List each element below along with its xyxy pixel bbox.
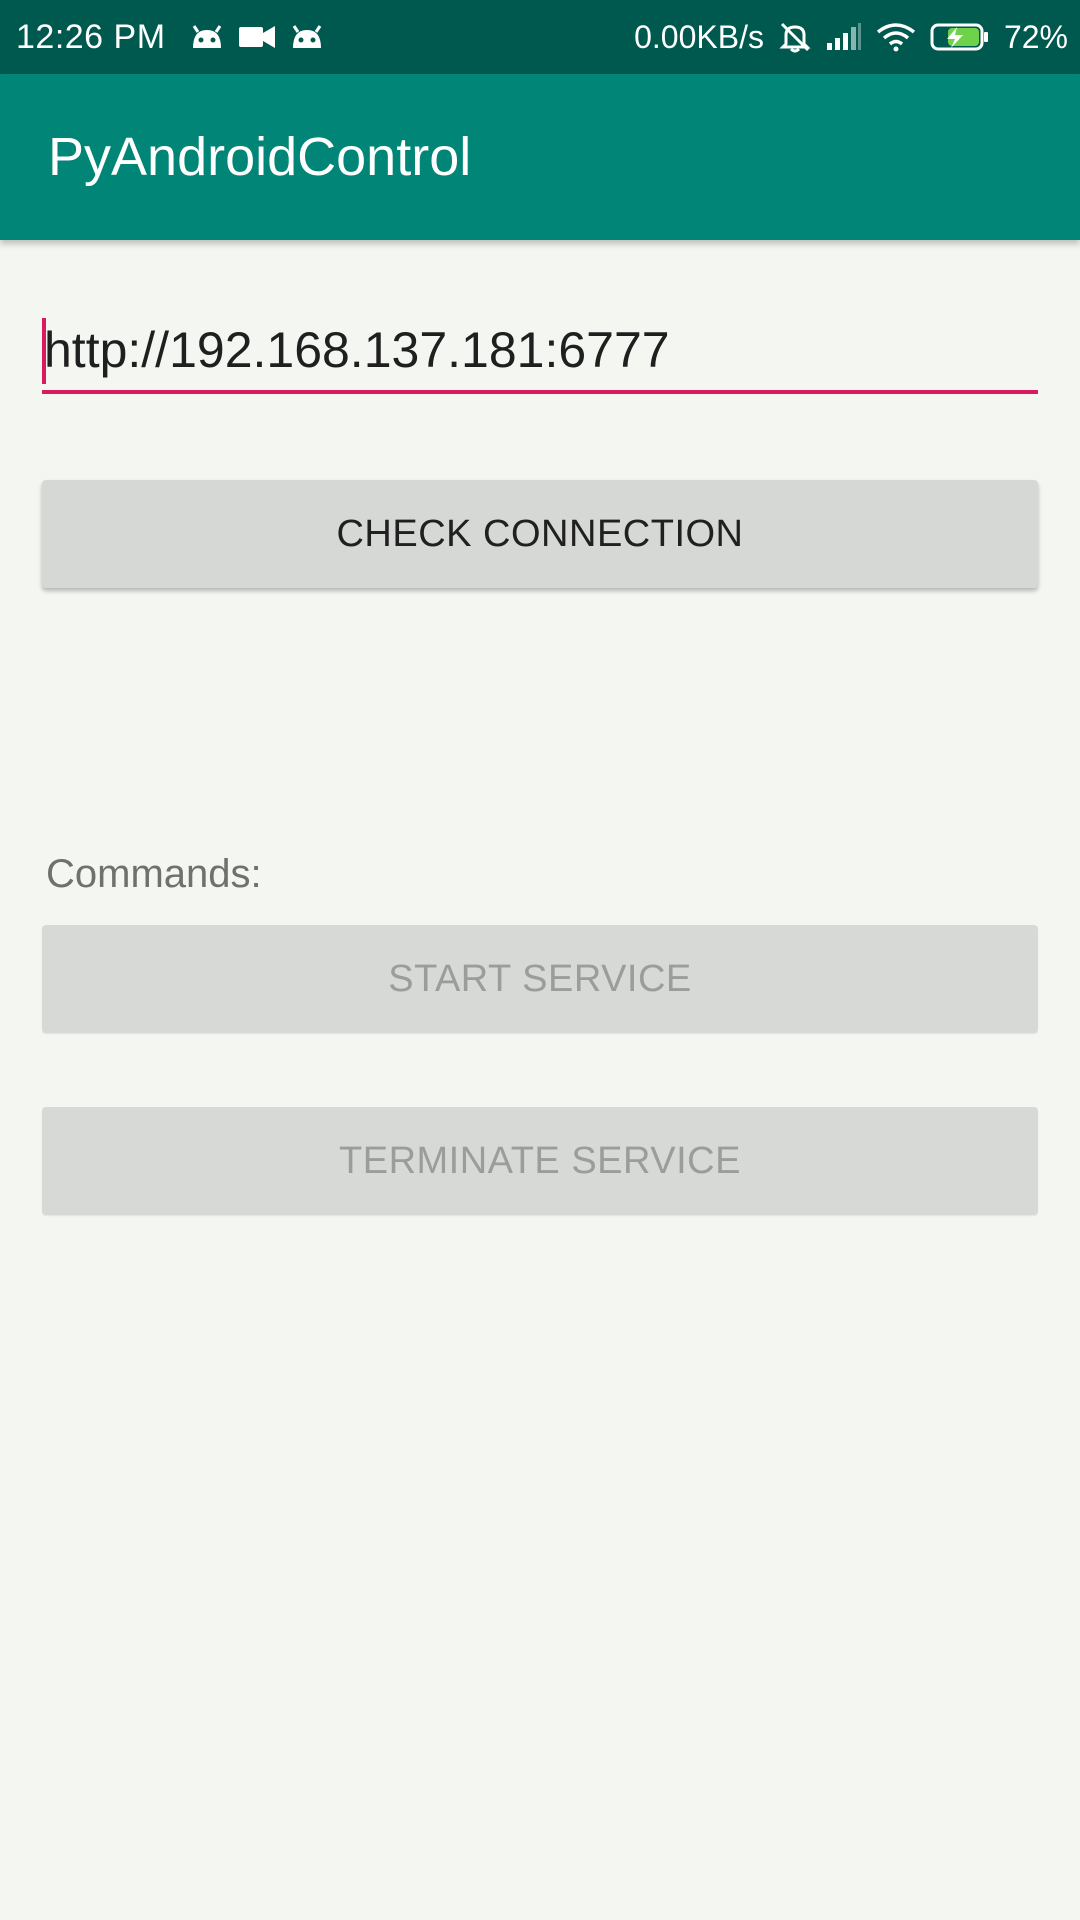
battery-charging-icon [930,22,990,52]
signal-icon [826,23,862,51]
battery-percent: 72% [1003,18,1068,55]
app-bar: PyAndroidControl [0,74,1080,240]
android-icon [290,24,324,50]
wifi-icon [876,22,916,52]
video-camera-icon [238,24,276,50]
start-service-button[interactable]: START SERVICE [42,925,1038,1033]
status-time: 12:26 PM [16,17,166,56]
terminate-service-button[interactable]: TERMINATE SERVICE [42,1107,1038,1215]
network-speed: 0.00KB/s [634,18,764,55]
status-bar-left: 12:26 PM [16,0,324,74]
app-title: PyAndroidControl [48,127,472,187]
server-url-input[interactable] [44,314,1034,386]
alarm-off-icon [778,20,812,54]
status-bar-right: 0.00KB/s 72% [634,0,1068,74]
server-url-field[interactable] [42,314,1038,394]
check-connection-button[interactable]: CHECK CONNECTION [42,480,1038,588]
commands-label: Commands: [46,852,262,896]
status-bar: 12:26 PM 0.00KB/s 72% [0,0,1080,74]
android-icon [190,24,224,50]
